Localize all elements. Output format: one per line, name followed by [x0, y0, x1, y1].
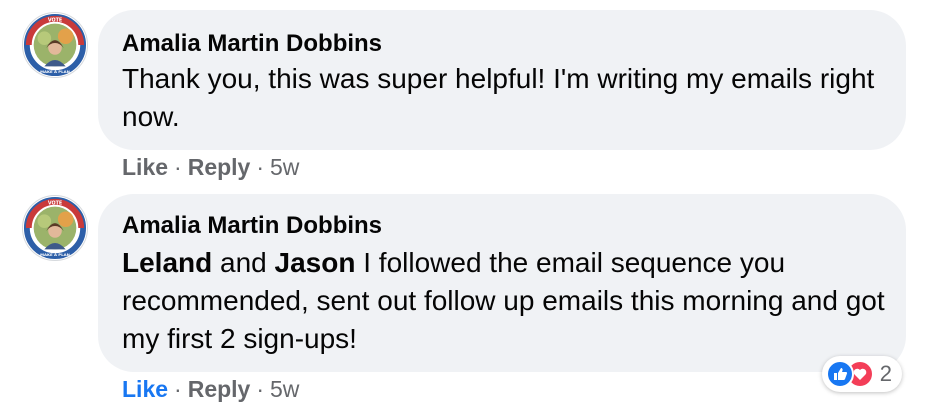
- comment-actions: Like · Reply · 5w: [122, 154, 299, 181]
- like-button[interactable]: Like: [122, 154, 168, 181]
- avatar[interactable]: VOTE MAKE A PLAN: [22, 195, 88, 261]
- reactions-summary[interactable]: 2: [821, 356, 902, 392]
- separator: ·: [174, 376, 182, 402]
- svg-text:VOTE: VOTE: [48, 201, 62, 207]
- comment-timestamp[interactable]: 5w: [270, 154, 299, 181]
- like-button[interactable]: Like: [122, 376, 168, 403]
- svg-text:MAKE A PLAN: MAKE A PLAN: [40, 69, 70, 74]
- reply-button[interactable]: Reply: [188, 154, 251, 181]
- mention-link[interactable]: Leland: [122, 247, 212, 278]
- svg-text:MAKE A PLAN: MAKE A PLAN: [40, 252, 70, 257]
- comment-text: Leland and Jason I followed the email se…: [122, 244, 892, 358]
- comment-timestamp[interactable]: 5w: [270, 376, 299, 403]
- reply-button[interactable]: Reply: [188, 376, 251, 403]
- comment-actions: Like · Reply · 5w: [122, 376, 299, 403]
- reaction-count: 2: [879, 361, 892, 386]
- comment-2: VOTE MAKE A PLAN Amalia Martin Dobbins L…: [0, 192, 930, 412]
- svg-text:VOTE: VOTE: [48, 18, 62, 24]
- separator: ·: [256, 154, 265, 180]
- like-icon: [825, 360, 854, 388]
- mention-link[interactable]: Jason: [275, 247, 356, 278]
- comment-1: VOTE MAKE A PLAN Amalia Martin Dobbins T…: [0, 0, 930, 190]
- separator: ·: [256, 376, 265, 402]
- comment-text: Thank you, this was super helpful! I'm w…: [122, 63, 875, 132]
- avatar[interactable]: VOTE MAKE A PLAN: [22, 12, 88, 78]
- profile-photo-icon: VOTE MAKE A PLAN: [23, 13, 87, 77]
- comment-author[interactable]: Amalia Martin Dobbins: [122, 30, 382, 58]
- comment-author[interactable]: Amalia Martin Dobbins: [122, 212, 382, 240]
- separator: ·: [174, 154, 182, 180]
- mention-connector: and: [220, 247, 267, 278]
- comment-bubble: Amalia Martin Dobbins Leland and Jason I…: [98, 194, 906, 372]
- comment-bubble: Amalia Martin Dobbins Thank you, this wa…: [98, 10, 906, 150]
- profile-photo-icon: VOTE MAKE A PLAN: [23, 196, 87, 260]
